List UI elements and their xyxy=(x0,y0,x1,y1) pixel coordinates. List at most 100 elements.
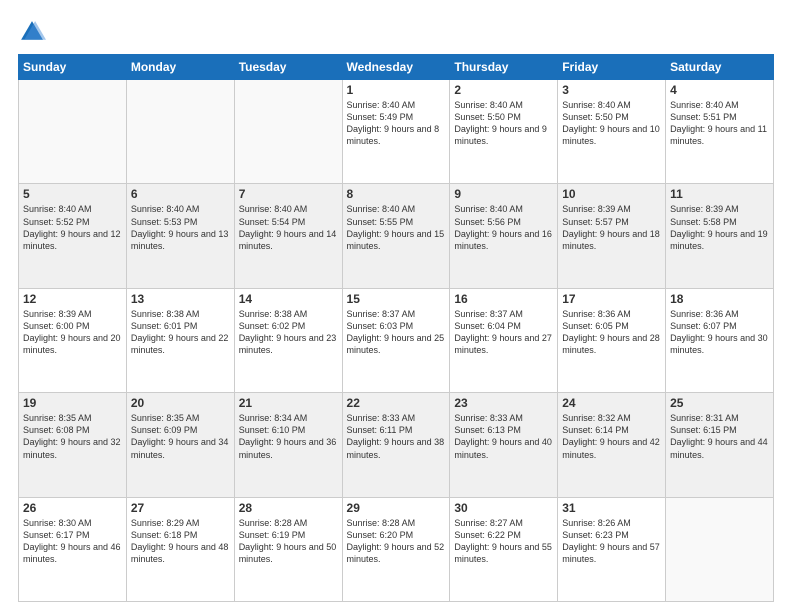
cell-details: Sunrise: 8:26 AMSunset: 6:23 PMDaylight:… xyxy=(562,517,661,566)
cell-details: Sunrise: 8:32 AMSunset: 6:14 PMDaylight:… xyxy=(562,412,661,461)
calendar-cell: 29Sunrise: 8:28 AMSunset: 6:20 PMDayligh… xyxy=(342,497,450,601)
day-number: 23 xyxy=(454,396,553,410)
day-number: 6 xyxy=(131,187,230,201)
weekday-header-wednesday: Wednesday xyxy=(342,55,450,80)
calendar-cell xyxy=(666,497,774,601)
header xyxy=(18,18,774,46)
cell-details: Sunrise: 8:33 AMSunset: 6:13 PMDaylight:… xyxy=(454,412,553,461)
cell-details: Sunrise: 8:39 AMSunset: 6:00 PMDaylight:… xyxy=(23,308,122,357)
day-number: 19 xyxy=(23,396,122,410)
calendar-week-row: 5 Sunrise: 8:40 AMSunset: 5:52 PMDaylight… xyxy=(19,184,774,288)
cell-details: Sunrise: 8:29 AMSunset: 6:18 PMDaylight:… xyxy=(131,517,230,566)
cell-details: Sunrise: 8:40 AMSunset: 5:51 PMDaylight:… xyxy=(670,99,769,148)
cell-details: Sunrise: 8:28 AMSunset: 6:20 PMDaylight:… xyxy=(347,517,446,566)
cell-details: Sunrise: 8:35 AMSunset: 6:08 PMDaylight:… xyxy=(23,412,122,461)
cell-details: Sunrise: 8:35 AMSunset: 6:09 PMDaylight:… xyxy=(131,412,230,461)
day-number: 27 xyxy=(131,501,230,515)
calendar-week-row: 1 Sunrise: 8:40 AMSunset: 5:49 PMDaylight… xyxy=(19,80,774,184)
day-number: 10 xyxy=(562,187,661,201)
calendar-cell xyxy=(19,80,127,184)
calendar-week-row: 12 Sunrise: 8:39 AMSunset: 6:00 PMDayligh… xyxy=(19,288,774,392)
day-number: 25 xyxy=(670,396,769,410)
weekday-row: SundayMondayTuesdayWednesdayThursdayFrid… xyxy=(19,55,774,80)
calendar-cell: 20 Sunrise: 8:35 AMSunset: 6:09 PMDayligh… xyxy=(126,393,234,497)
day-number: 21 xyxy=(239,396,338,410)
cell-details: Sunrise: 8:34 AMSunset: 6:10 PMDaylight:… xyxy=(239,412,338,461)
weekday-header-thursday: Thursday xyxy=(450,55,558,80)
cell-details: Sunrise: 8:30 AMSunset: 6:17 PMDaylight:… xyxy=(23,517,122,566)
calendar-header: SundayMondayTuesdayWednesdayThursdayFrid… xyxy=(19,55,774,80)
cell-details: Sunrise: 8:40 AMSunset: 5:50 PMDaylight:… xyxy=(454,99,553,148)
calendar-cell: 24 Sunrise: 8:32 AMSunset: 6:14 PMDayligh… xyxy=(558,393,666,497)
day-number: 4 xyxy=(670,83,769,97)
day-number: 11 xyxy=(670,187,769,201)
cell-details: Sunrise: 8:38 AMSunset: 6:02 PMDaylight:… xyxy=(239,308,338,357)
calendar-week-row: 26 Sunrise: 8:30 AMSunset: 6:17 PMDayligh… xyxy=(19,497,774,601)
calendar-cell: 14 Sunrise: 8:38 AMSunset: 6:02 PMDayligh… xyxy=(234,288,342,392)
day-number: 24 xyxy=(562,396,661,410)
cell-details: Sunrise: 8:39 AMSunset: 5:58 PMDaylight:… xyxy=(670,203,769,252)
day-number: 7 xyxy=(239,187,338,201)
calendar-cell: 4 Sunrise: 8:40 AMSunset: 5:51 PMDaylight… xyxy=(666,80,774,184)
day-number: 31 xyxy=(562,501,661,515)
day-number: 13 xyxy=(131,292,230,306)
cell-details: Sunrise: 8:37 AMSunset: 6:04 PMDaylight:… xyxy=(454,308,553,357)
cell-details: Sunrise: 8:40 AMSunset: 5:52 PMDaylight:… xyxy=(23,203,122,252)
cell-details: Sunrise: 8:40 AMSunset: 5:49 PMDaylight:… xyxy=(347,99,446,148)
calendar-cell: 1 Sunrise: 8:40 AMSunset: 5:49 PMDaylight… xyxy=(342,80,450,184)
cell-details: Sunrise: 8:40 AMSunset: 5:55 PMDaylight:… xyxy=(347,203,446,252)
calendar-cell: 27 Sunrise: 8:29 AMSunset: 6:18 PMDayligh… xyxy=(126,497,234,601)
cell-details: Sunrise: 8:37 AMSunset: 6:03 PMDaylight:… xyxy=(347,308,446,357)
cell-details: Sunrise: 8:36 AMSunset: 6:07 PMDaylight:… xyxy=(670,308,769,357)
day-number: 26 xyxy=(23,501,122,515)
cell-details: Sunrise: 8:40 AMSunset: 5:56 PMDaylight:… xyxy=(454,203,553,252)
calendar-cell: 19 Sunrise: 8:35 AMSunset: 6:08 PMDayligh… xyxy=(19,393,127,497)
calendar-cell: 13 Sunrise: 8:38 AMSunset: 6:01 PMDayligh… xyxy=(126,288,234,392)
weekday-header-friday: Friday xyxy=(558,55,666,80)
day-number: 28 xyxy=(239,501,338,515)
weekday-header-saturday: Saturday xyxy=(666,55,774,80)
day-number: 5 xyxy=(23,187,122,201)
calendar-cell: 17Sunrise: 8:36 AMSunset: 6:05 PMDayligh… xyxy=(558,288,666,392)
day-number: 14 xyxy=(239,292,338,306)
day-number: 17 xyxy=(562,292,661,306)
calendar-cell: 16Sunrise: 8:37 AMSunset: 6:04 PMDayligh… xyxy=(450,288,558,392)
cell-details: Sunrise: 8:40 AMSunset: 5:54 PMDaylight:… xyxy=(239,203,338,252)
weekday-header-sunday: Sunday xyxy=(19,55,127,80)
cell-details: Sunrise: 8:31 AMSunset: 6:15 PMDaylight:… xyxy=(670,412,769,461)
cell-details: Sunrise: 8:38 AMSunset: 6:01 PMDaylight:… xyxy=(131,308,230,357)
calendar-cell: 30Sunrise: 8:27 AMSunset: 6:22 PMDayligh… xyxy=(450,497,558,601)
day-number: 2 xyxy=(454,83,553,97)
day-number: 22 xyxy=(347,396,446,410)
day-number: 8 xyxy=(347,187,446,201)
calendar-cell: 8 Sunrise: 8:40 AMSunset: 5:55 PMDaylight… xyxy=(342,184,450,288)
calendar-cell: 21 Sunrise: 8:34 AMSunset: 6:10 PMDayligh… xyxy=(234,393,342,497)
day-number: 9 xyxy=(454,187,553,201)
calendar-cell: 6 Sunrise: 8:40 AMSunset: 5:53 PMDaylight… xyxy=(126,184,234,288)
cell-details: Sunrise: 8:33 AMSunset: 6:11 PMDaylight:… xyxy=(347,412,446,461)
calendar-cell: 25 Sunrise: 8:31 AMSunset: 6:15 PMDayligh… xyxy=(666,393,774,497)
day-number: 30 xyxy=(454,501,553,515)
calendar-cell xyxy=(126,80,234,184)
day-number: 3 xyxy=(562,83,661,97)
cell-details: Sunrise: 8:40 AMSunset: 5:53 PMDaylight:… xyxy=(131,203,230,252)
cell-details: Sunrise: 8:40 AMSunset: 5:50 PMDaylight:… xyxy=(562,99,661,148)
calendar-cell: 26 Sunrise: 8:30 AMSunset: 6:17 PMDayligh… xyxy=(19,497,127,601)
calendar-cell: 15 Sunrise: 8:37 AMSunset: 6:03 PMDayligh… xyxy=(342,288,450,392)
day-number: 12 xyxy=(23,292,122,306)
page: SundayMondayTuesdayWednesdayThursdayFrid… xyxy=(0,0,792,612)
calendar-cell: 23 Sunrise: 8:33 AMSunset: 6:13 PMDayligh… xyxy=(450,393,558,497)
calendar-cell: 12 Sunrise: 8:39 AMSunset: 6:00 PMDayligh… xyxy=(19,288,127,392)
calendar-cell: 28 Sunrise: 8:28 AMSunset: 6:19 PMDayligh… xyxy=(234,497,342,601)
logo-icon xyxy=(18,18,46,46)
calendar-cell: 5 Sunrise: 8:40 AMSunset: 5:52 PMDaylight… xyxy=(19,184,127,288)
calendar-cell: 31 Sunrise: 8:26 AMSunset: 6:23 PMDayligh… xyxy=(558,497,666,601)
day-number: 15 xyxy=(347,292,446,306)
day-number: 1 xyxy=(347,83,446,97)
cell-details: Sunrise: 8:28 AMSunset: 6:19 PMDaylight:… xyxy=(239,517,338,566)
logo xyxy=(18,18,50,46)
weekday-header-tuesday: Tuesday xyxy=(234,55,342,80)
calendar-table: SundayMondayTuesdayWednesdayThursdayFrid… xyxy=(18,54,774,602)
calendar-cell: 18Sunrise: 8:36 AMSunset: 6:07 PMDayligh… xyxy=(666,288,774,392)
day-number: 20 xyxy=(131,396,230,410)
